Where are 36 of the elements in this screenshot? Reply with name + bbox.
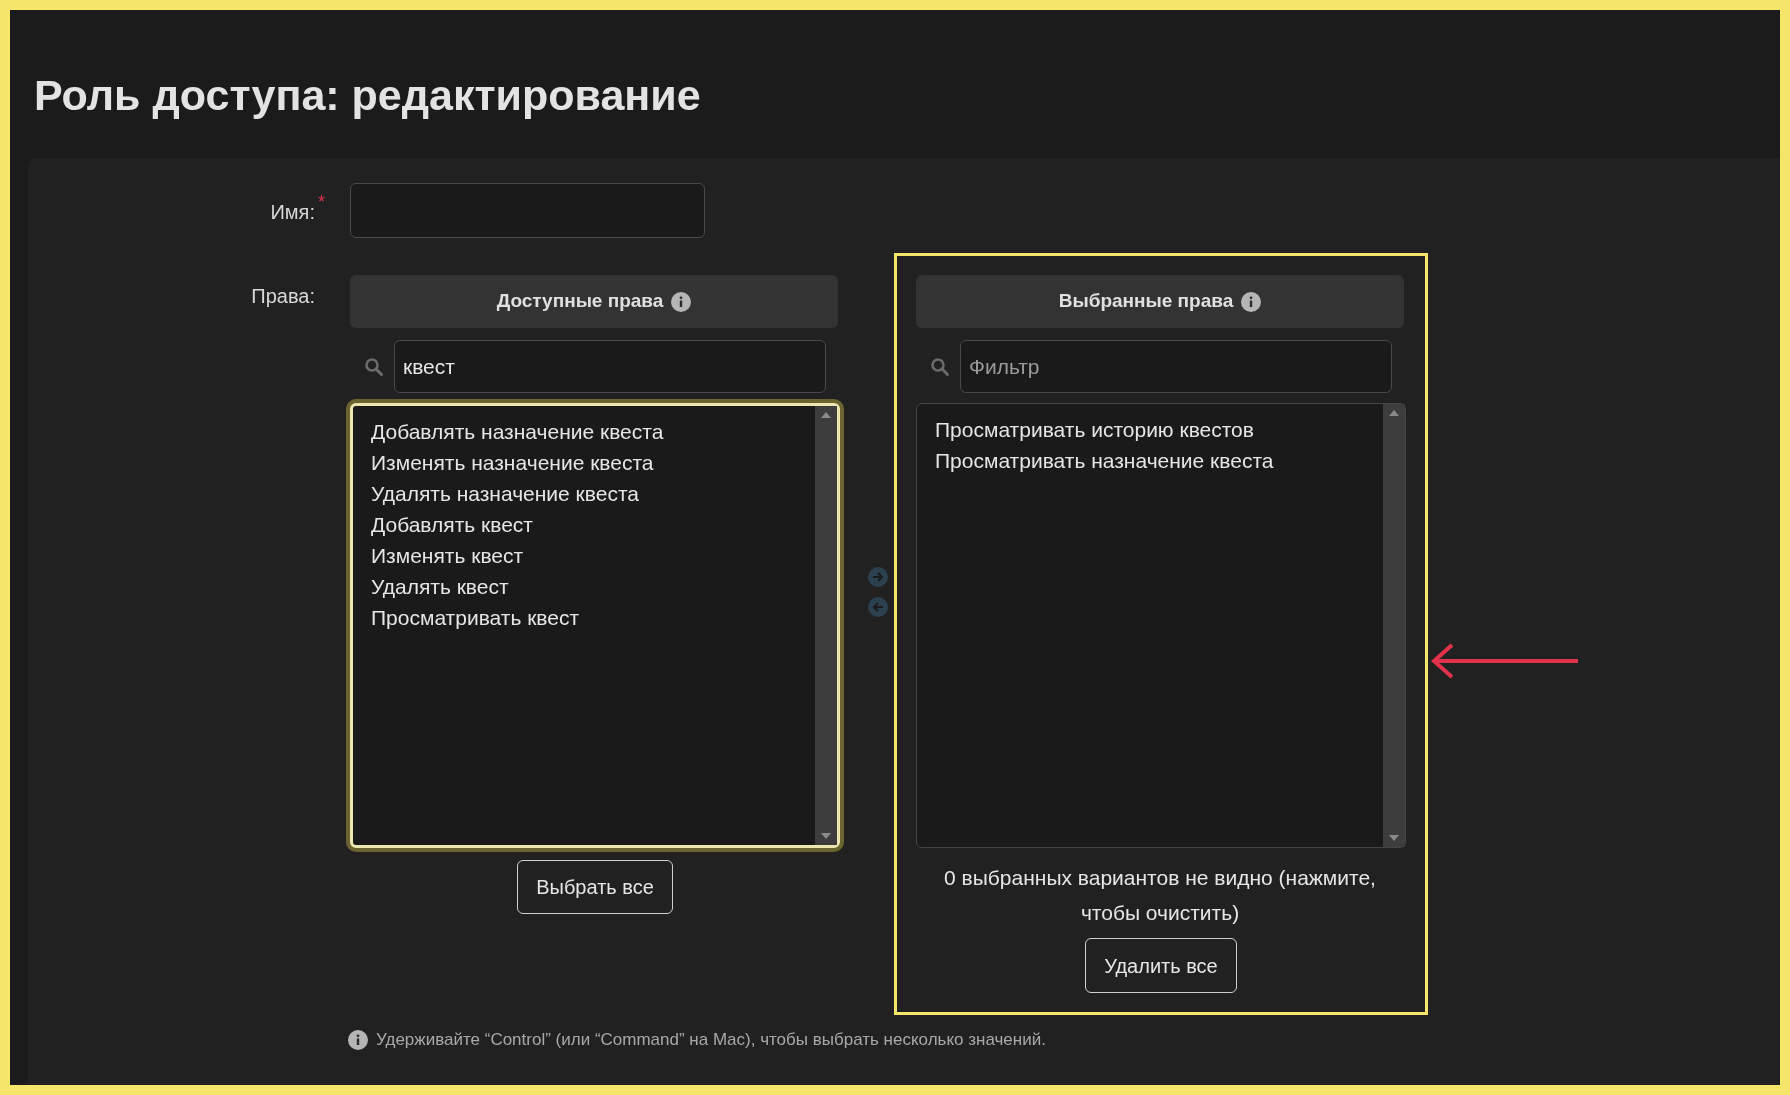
search-icon <box>364 356 384 377</box>
filter-field[interactable]: Фильтр <box>960 340 1392 393</box>
page-title: Роль доступа: редактирование <box>34 70 702 120</box>
scrollbar[interactable] <box>815 406 837 845</box>
options-listbox[interactable]: Просматривать историю квестов Просматривать назначение квеста <box>916 403 1406 848</box>
option-item[interactable]: Изменять назначение квеста <box>371 447 815 478</box>
arrow-right-icon[interactable] <box>868 567 888 587</box>
scroll-down-icon[interactable] <box>821 833 831 839</box>
option-item[interactable]: Просматривать квест <box>371 602 815 633</box>
selector-title: Выбранные права <box>1058 289 1234 314</box>
option-item[interactable]: Добавлять назначение квеста <box>371 416 815 447</box>
select-all-button[interactable]: Выбрать все <box>517 860 673 914</box>
option-item[interactable]: Добавлять квест <box>371 509 815 540</box>
info-icon <box>671 291 692 312</box>
help-text: Удерживайте “Control” (или “Command” на Mac), чтобы выбрать несколько значений. <box>376 1029 1046 1051</box>
search-icon <box>930 356 950 377</box>
option-item[interactable]: Изменять квест <box>371 540 815 571</box>
field-label: Права: <box>251 284 315 309</box>
option-item[interactable]: Просматривать назначение квеста <box>935 445 1383 476</box>
name-field[interactable] <box>350 183 705 238</box>
scrollbar[interactable] <box>1383 404 1405 847</box>
remove-all-button[interactable]: Удалить все <box>1085 938 1237 993</box>
info-icon <box>348 1029 368 1050</box>
hidden-selection-note[interactable]: 0 выбранных вариантов не видно (нажмите, чтобы очистить) <box>916 860 1404 930</box>
scroll-up-icon[interactable] <box>1389 410 1399 416</box>
scroll-down-icon[interactable] <box>1389 835 1399 841</box>
option-item[interactable]: Удалять квест <box>371 571 815 602</box>
required-mark: * <box>318 191 325 214</box>
info-icon <box>1241 291 1262 312</box>
option-item[interactable]: Удалять назначение квеста <box>371 478 815 509</box>
scroll-up-icon[interactable] <box>821 412 831 418</box>
option-item[interactable]: Просматривать историю квестов <box>935 414 1383 445</box>
arrow-left-icon[interactable] <box>868 597 888 617</box>
filter-field[interactable]: квест <box>394 340 826 393</box>
field-label: Имя: <box>270 200 315 225</box>
selector-title: Доступные права <box>496 289 664 314</box>
